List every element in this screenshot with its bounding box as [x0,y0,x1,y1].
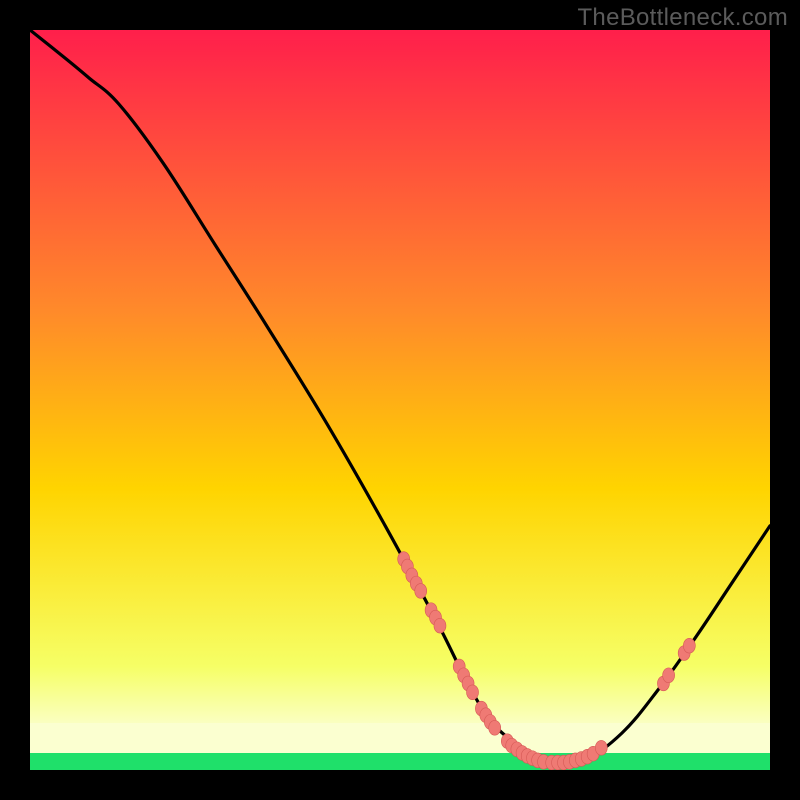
chart-svg [30,30,770,770]
marker-dot [663,668,675,683]
marker-dot [489,720,501,735]
marker-dot [595,740,607,755]
watermark-text: TheBottleneck.com [577,4,788,32]
chart-stage: TheBottleneck.com [0,0,800,800]
marker-dot [415,584,427,599]
marker-dot [467,685,479,700]
marker-dot [434,618,446,633]
marker-dot [683,638,695,653]
band-pale [30,723,770,753]
band-green [30,753,770,770]
gradient-field [30,30,770,770]
